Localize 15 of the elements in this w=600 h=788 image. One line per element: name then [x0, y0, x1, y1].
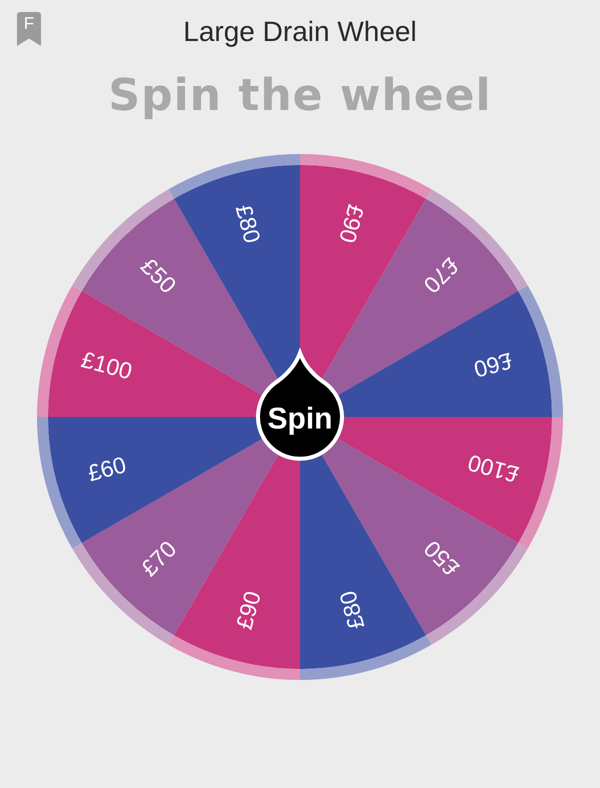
segment-label: £80 — [230, 202, 266, 246]
page-title: Large Drain Wheel — [183, 15, 417, 49]
segment-label: £90 — [334, 202, 370, 246]
segment-label: £80 — [334, 588, 370, 632]
segment-label: £100 — [78, 346, 135, 384]
wheel-heading: Spin the wheel — [108, 70, 492, 122]
segment-label: £60 — [84, 451, 129, 486]
segment-label: £50 — [136, 252, 182, 298]
segment-label: £90 — [230, 588, 266, 632]
badge-letter: F — [24, 14, 34, 35]
segment-label: £70 — [136, 536, 182, 582]
segment-label: £70 — [418, 252, 464, 298]
segment-label: £50 — [418, 536, 464, 582]
segment-label: £60 — [471, 348, 516, 383]
segment-label: £100 — [465, 450, 522, 488]
